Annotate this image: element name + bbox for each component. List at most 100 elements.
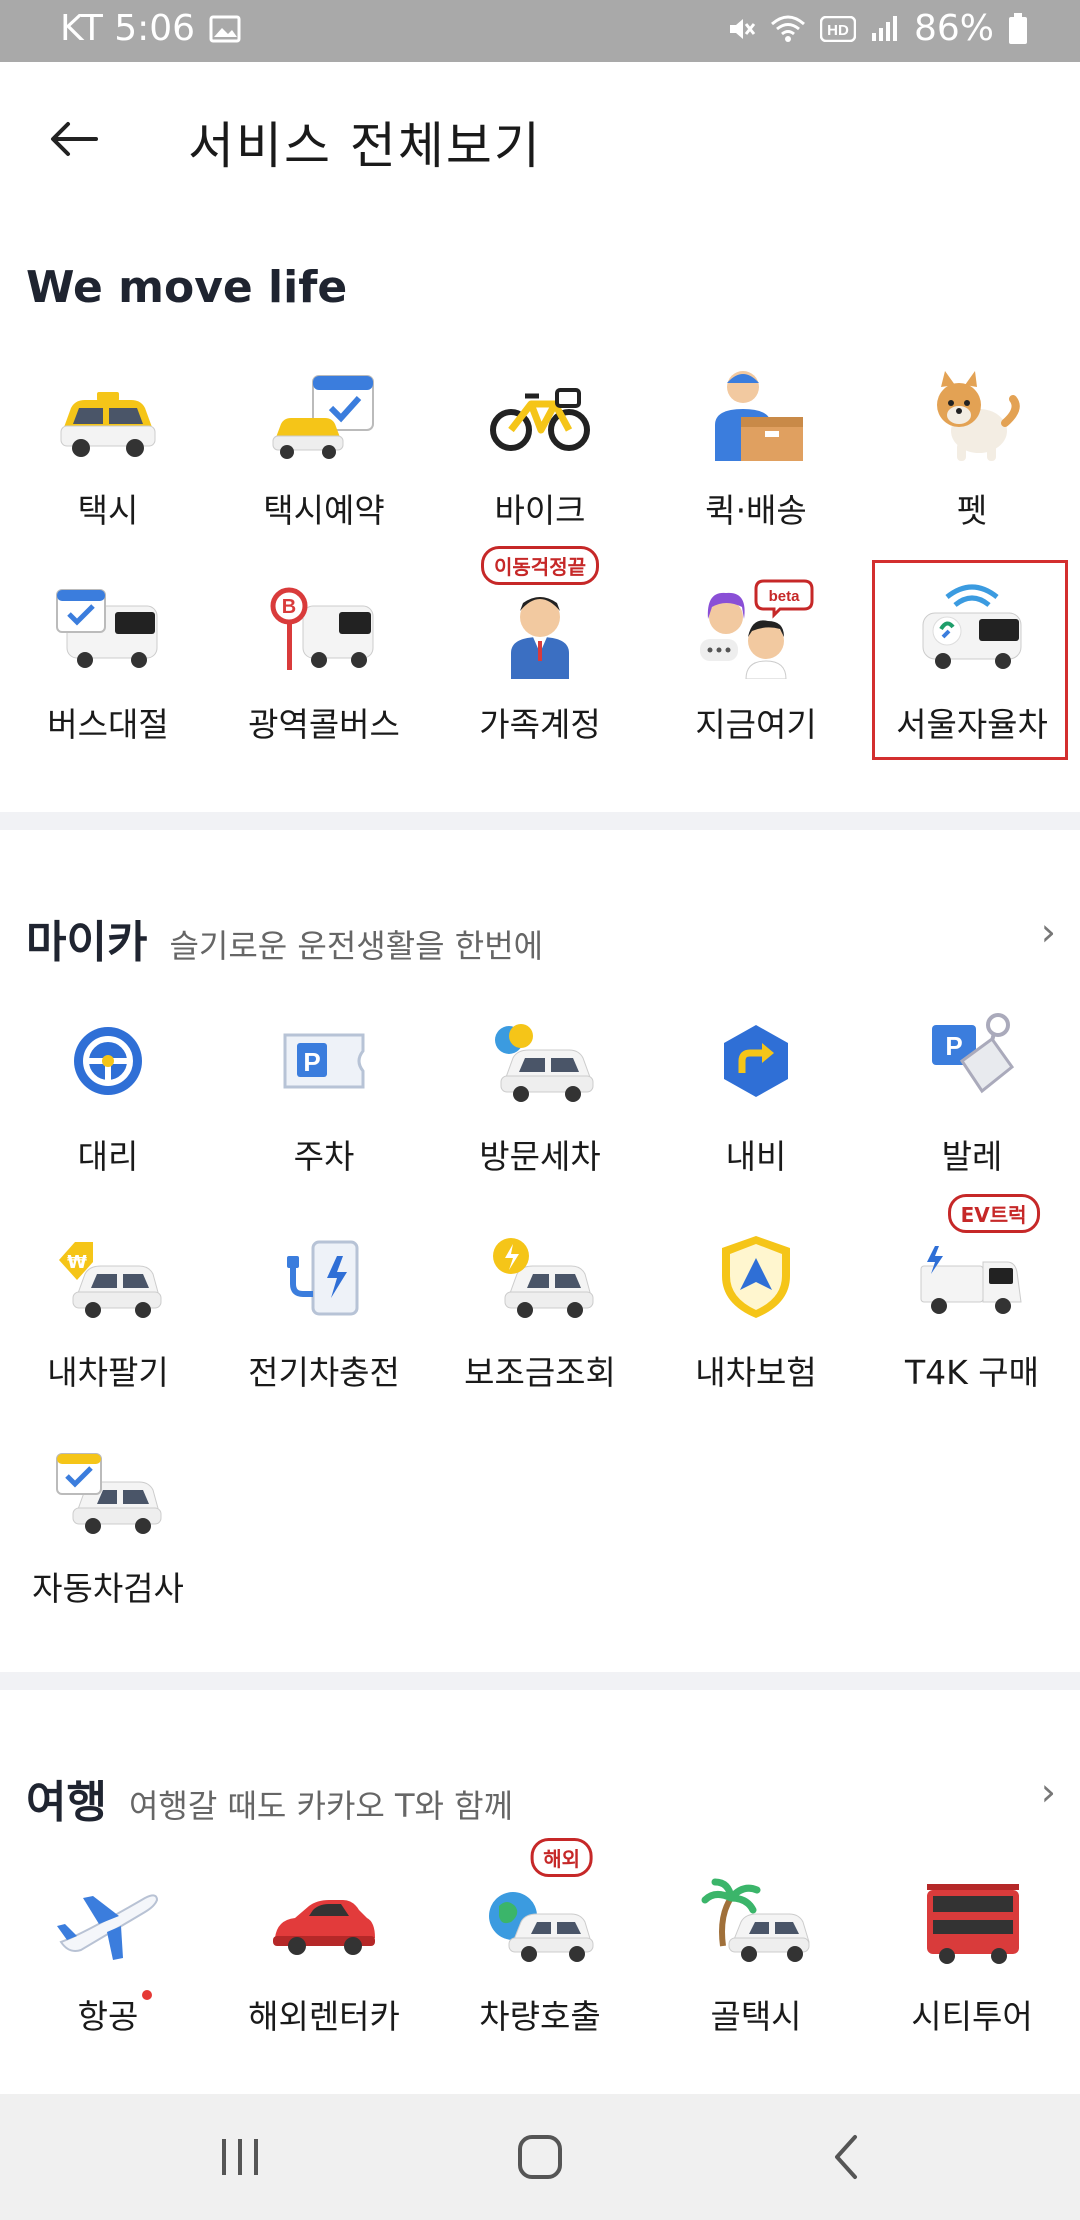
service-overseas-rental[interactable]: 해외렌터카	[216, 1866, 432, 2066]
service-label: 해외렌터카	[248, 1997, 400, 2036]
service-label: 자동차검사	[32, 1569, 184, 1608]
taxi-icon	[60, 392, 156, 457]
service-label-text: 항공	[77, 1997, 139, 2036]
wide-call-bus-icon: B	[270, 587, 374, 670]
svg-text:P: P	[945, 1031, 962, 1061]
service-parking[interactable]: P 주차	[216, 1006, 432, 1206]
service-label: 내비	[725, 1137, 787, 1176]
parking-icon: P	[283, 1033, 365, 1089]
island-taxi-icon	[701, 1878, 810, 1962]
gallery-icon	[209, 15, 241, 42]
section-title-move-life: We move life	[26, 262, 348, 313]
subsidy-icon	[493, 1238, 594, 1318]
service-taxi-reservation[interactable]: 택시예약	[216, 360, 432, 560]
section-header-travel[interactable]: 여행 여행갈 때도 카카오 T와 함께 ›	[26, 1766, 1056, 1830]
home-icon	[518, 2135, 562, 2179]
section-title-travel: 여행	[26, 1777, 107, 1828]
service-label: 골택시	[710, 1997, 802, 2036]
service-city-tour[interactable]: 시티투어	[864, 1866, 1080, 2066]
city-tour-bus-icon	[927, 1884, 1019, 1964]
chevron-right-icon[interactable]: ›	[1041, 910, 1056, 954]
service-bus-charter[interactable]: 버스대절	[0, 574, 216, 774]
home-button[interactable]	[500, 2124, 580, 2190]
section-divider	[0, 1672, 1080, 1690]
service-label: 바이크	[494, 491, 586, 530]
section-header-mycar[interactable]: 마이카 슬기로운 운전생활을 한번에 ›	[26, 906, 1056, 970]
recent-apps-button[interactable]	[200, 2124, 280, 2190]
service-ev-charging[interactable]: 전기차충전	[216, 1222, 432, 1422]
service-island-taxi[interactable]: 골택시	[648, 1866, 864, 2066]
service-wide-call-bus[interactable]: B 광역콜버스	[216, 574, 432, 774]
service-navigation[interactable]: 내비	[648, 1006, 864, 1206]
ev-charging-icon	[287, 1240, 359, 1316]
service-designated-driver[interactable]: 대리	[0, 1006, 216, 1206]
ev-truck-icon	[920, 1246, 1022, 1314]
hd-icon: HD	[819, 15, 856, 42]
service-label: 대리	[77, 1137, 139, 1176]
section-subtitle-travel: 여행갈 때도 카카오 T와 함께	[128, 1787, 514, 1825]
battery-icon	[1009, 12, 1027, 44]
service-valet[interactable]: P 발레	[864, 1006, 1080, 1206]
family-account-icon	[511, 597, 569, 679]
service-sell-car[interactable]: ₩ 내차팔기	[0, 1222, 216, 1422]
service-taxi[interactable]: 택시	[0, 360, 216, 560]
service-car-wash[interactable]: 방문세차	[432, 1006, 648, 1206]
service-label: 주차	[293, 1137, 355, 1176]
badge-overseas: 해외	[530, 1838, 593, 1877]
section-title-mycar: 마이카	[26, 917, 148, 968]
service-label: 시티투어	[911, 1997, 1033, 2036]
svg-text:₩: ₩	[67, 1252, 87, 1273]
service-car-inspection[interactable]: 자동차검사	[0, 1438, 216, 1638]
car-wash-icon	[495, 1024, 594, 1102]
wifi-icon	[770, 15, 805, 42]
page-title: 서비스 전체보기	[188, 117, 542, 175]
now-here-icon: beta	[700, 579, 814, 679]
service-label: 가족계정	[479, 705, 601, 744]
battery-percent: 86%	[913, 8, 994, 49]
taxi-reservation-icon	[272, 375, 374, 459]
designated-driver-icon	[74, 1027, 142, 1095]
pet-icon	[937, 371, 1020, 461]
service-car-hailing[interactable]: 해외 차량호출	[432, 1838, 648, 2066]
service-label: 차량호출	[479, 1997, 601, 2036]
svg-text:P: P	[303, 1047, 320, 1077]
service-pet[interactable]: 펫	[864, 360, 1080, 560]
service-now-here[interactable]: beta 지금여기	[648, 574, 864, 774]
sell-car-icon: ₩	[59, 1242, 162, 1318]
nav-back-button[interactable]	[806, 2124, 886, 2190]
nav-back-icon	[835, 2135, 857, 2179]
svg-text:beta: beta	[769, 588, 801, 605]
section-divider	[0, 812, 1080, 830]
recent-apps-icon	[222, 2139, 258, 2175]
back-button[interactable]	[36, 102, 110, 176]
rental-car-icon	[273, 1900, 375, 1955]
service-label: 전기차충전	[248, 1353, 400, 1392]
service-family-account[interactable]: 이동걱정끝 가족계정	[432, 546, 648, 774]
bus-charter-icon	[56, 589, 158, 668]
service-bike[interactable]: 바이크	[432, 360, 648, 560]
service-car-insurance[interactable]: 내차보험	[648, 1222, 864, 1422]
service-subsidy[interactable]: 보조금조회	[432, 1222, 648, 1422]
service-t4k-purchase[interactable]: EV트럭 T4K 구매	[864, 1194, 1080, 1422]
car-hailing-icon	[489, 1892, 594, 1962]
chevron-right-icon[interactable]: ›	[1041, 1770, 1056, 1814]
mute-icon	[729, 18, 756, 39]
status-bar: KT 5:06 HD 86%	[0, 0, 1080, 62]
highlight-box	[872, 560, 1068, 760]
service-label: 발레	[941, 1137, 1003, 1176]
service-label: 택시	[77, 491, 139, 530]
service-label: T4K 구매	[904, 1353, 1039, 1392]
service-label: 보조금조회	[464, 1353, 616, 1392]
service-label: 방문세차	[479, 1137, 601, 1176]
service-label: 내차보험	[695, 1353, 817, 1392]
svg-text:HD: HD	[827, 22, 849, 39]
valet-icon: P	[932, 1013, 1015, 1094]
service-airline[interactable]: 항공	[0, 1866, 216, 2066]
airplane-icon	[57, 1894, 159, 1960]
system-nav-bar	[0, 2094, 1080, 2220]
service-label: 내차팔기	[47, 1353, 169, 1392]
badge-ev-truck: EV트럭	[947, 1194, 1040, 1233]
app-header: 서비스 전체보기	[0, 62, 1080, 212]
badge-moving-worry: 이동걱정끝	[481, 546, 599, 585]
service-delivery[interactable]: 퀵·배송	[648, 360, 864, 560]
